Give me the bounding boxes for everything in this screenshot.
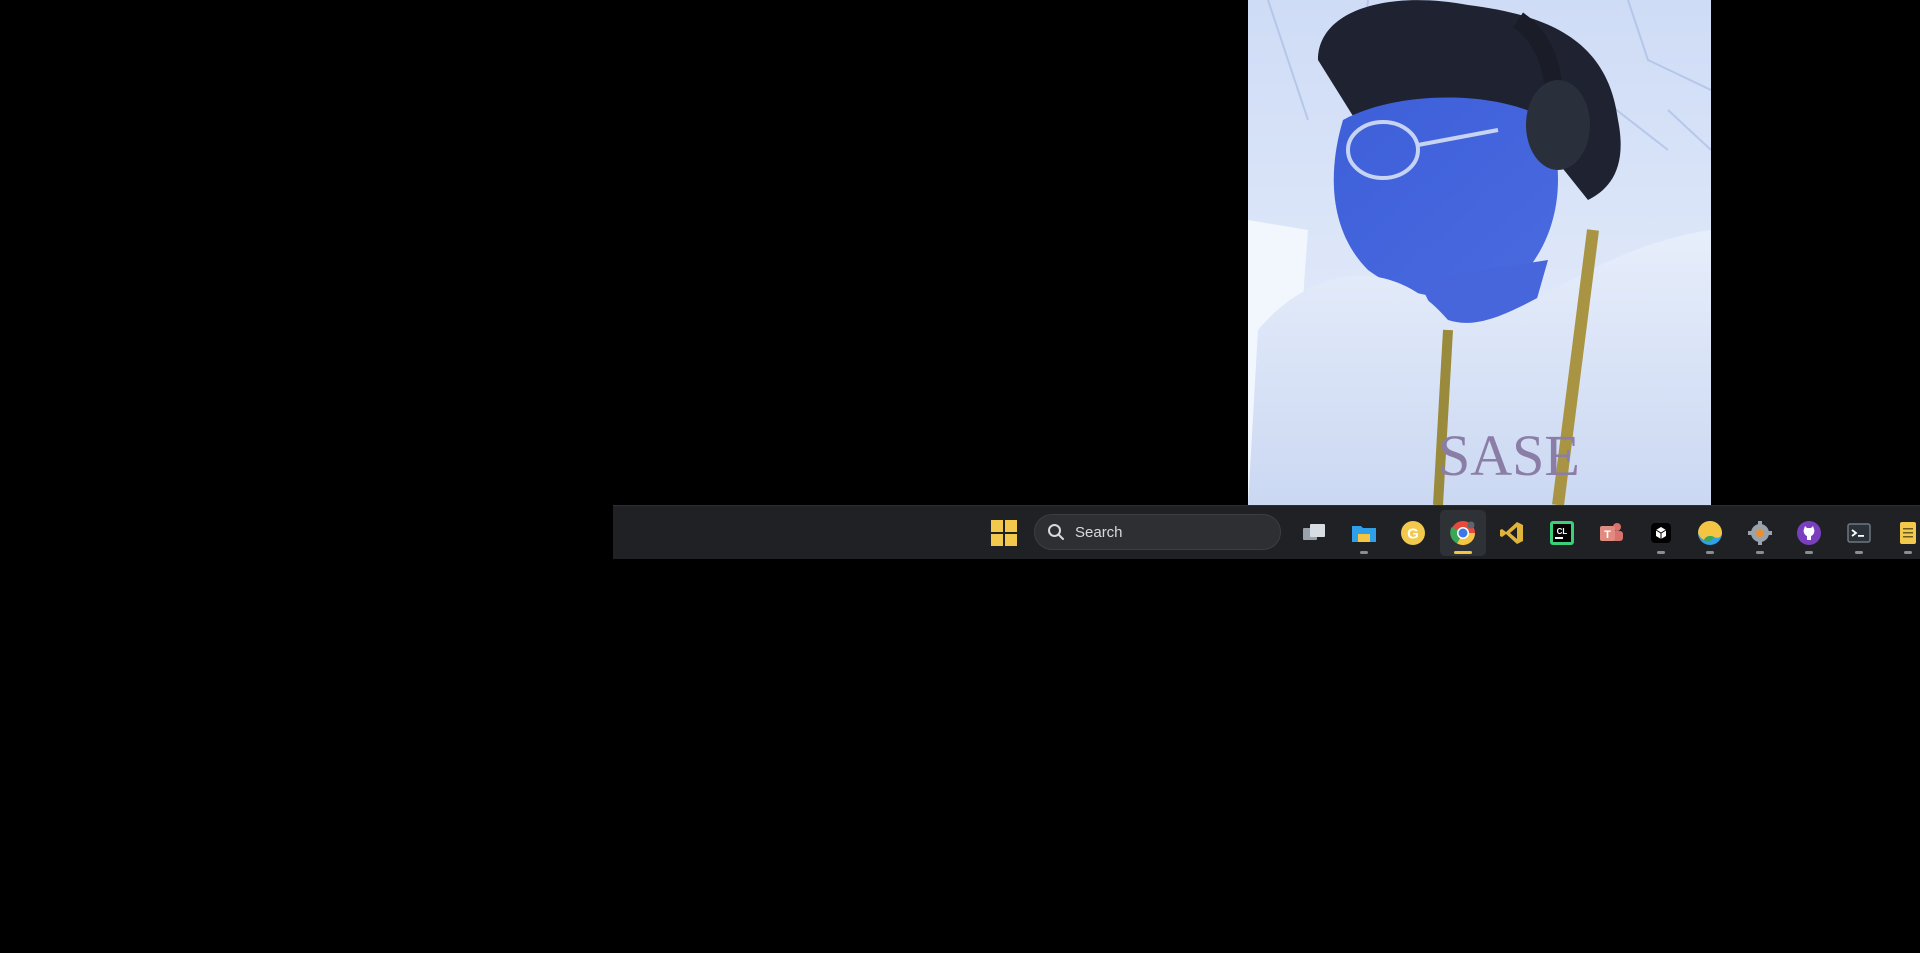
start-button[interactable]: [988, 517, 1020, 549]
running-indicator: [1755, 551, 1764, 554]
webcam-image: SASE: [1248, 0, 1711, 505]
vscode-icon: [1500, 522, 1523, 544]
svg-text:G: G: [1407, 526, 1419, 543]
taskbar-app-notepad[interactable]: [1885, 510, 1920, 556]
svg-text:T: T: [1604, 529, 1611, 541]
webcam-preview: SASE: [1248, 0, 1711, 505]
taskbar-app-terminal[interactable]: [1836, 510, 1882, 556]
taskbar-app-file-explorer[interactable]: [1341, 510, 1387, 556]
box-app-icon: [1650, 523, 1671, 543]
taskbar-apps: G CL T: [1291, 506, 1920, 560]
taskbar-app-teams[interactable]: T: [1588, 510, 1634, 556]
taskbar: Search G CL T: [613, 505, 1920, 559]
search-icon: [1047, 523, 1065, 541]
teams-icon: T: [1600, 523, 1623, 541]
taskbar-app-chrome[interactable]: [1439, 510, 1486, 556]
windows-logo-icon: [991, 520, 1017, 546]
taskbar-app-github[interactable]: [1786, 510, 1832, 556]
task-view-icon: [1303, 524, 1325, 540]
taskbar-search[interactable]: Search: [1034, 514, 1281, 550]
svg-text:CL: CL: [1556, 527, 1567, 536]
search-label: Search: [1075, 523, 1123, 541]
taskbar-app-settings[interactable]: [1737, 510, 1783, 556]
desktop-screen: SASE Search G CL T: [0, 0, 1920, 953]
notepad-icon: [1900, 522, 1916, 544]
github-icon: [1797, 521, 1821, 545]
file-explorer-icon: [1351, 526, 1376, 542]
edge-icon: [1698, 521, 1722, 545]
running-indicator: [1805, 551, 1813, 554]
shirt-text: SASE: [1438, 423, 1580, 488]
clion-icon: CL: [1549, 521, 1574, 545]
taskbar-app-vscode[interactable]: [1489, 510, 1535, 556]
taskbar-app-edge[interactable]: [1687, 510, 1733, 556]
g-app-icon: G: [1401, 521, 1425, 545]
taskbar-app-box[interactable]: [1638, 510, 1684, 556]
taskbar-app-g[interactable]: G: [1390, 510, 1436, 556]
running-indicator: [1656, 551, 1665, 554]
active-indicator: [1453, 551, 1472, 554]
running-indicator: [1706, 551, 1714, 554]
running-indicator: [1904, 551, 1912, 554]
terminal-icon: [1846, 523, 1871, 543]
taskbar-app-clion[interactable]: CL: [1539, 510, 1585, 556]
running-indicator: [1854, 551, 1863, 554]
settings-icon: [1747, 521, 1772, 545]
taskbar-app-task-view[interactable]: [1291, 510, 1337, 556]
chrome-icon: [1449, 521, 1475, 546]
running-indicator: [1359, 551, 1368, 554]
